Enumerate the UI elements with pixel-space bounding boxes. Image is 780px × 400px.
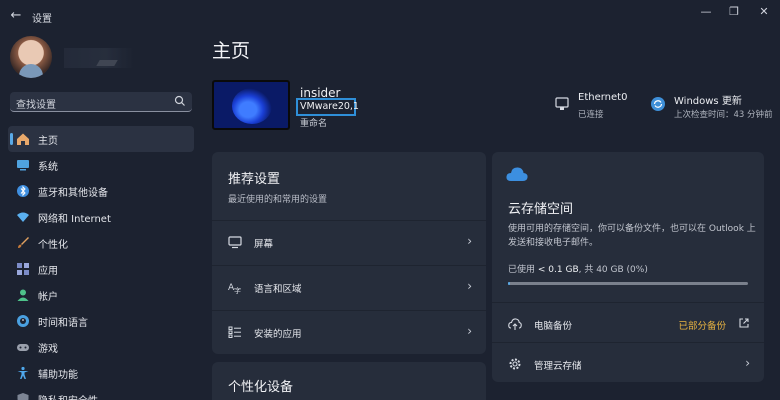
accessibility-icon <box>17 366 29 379</box>
sidebar-item-label: 帐户 <box>38 292 58 303</box>
sidebar-item-label: 隐私和安全性 <box>38 392 98 400</box>
sidebar-item-label: 游戏 <box>38 344 58 355</box>
chevron-right-icon: › <box>745 356 750 370</box>
recommended-row-installed-apps[interactable]: 安装的应用 › <box>212 310 486 352</box>
sidebar-item-label: 网络和 Internet <box>38 214 111 225</box>
update-status-sub: 上次检查时间：43 分钟前 <box>674 110 773 120</box>
cloud-description: 使用可用的存储空间，你可以备份文件，也可以在 Outlook 上发送和接收电子邮… <box>508 224 756 248</box>
sidebar-item-gaming[interactable]: 游戏 <box>8 334 194 360</box>
device-model: VMware20,1 <box>300 101 359 112</box>
card-subtitle: 最近使用的和常用的设置 <box>228 195 328 205</box>
card-title: 云存储空间 <box>508 202 574 217</box>
usage-value: < 0.1 GB <box>537 265 579 275</box>
update-status-title: Windows 更新 <box>674 96 742 107</box>
sidebar-item-label: 时间和语言 <box>38 318 88 329</box>
recommended-settings-card: 推荐设置 最近使用的和常用的设置 屏幕 › A字 语言和区域 › 安装的应用 › <box>212 152 486 354</box>
sidebar-item-apps[interactable]: 应用 <box>8 256 194 282</box>
cloud-upload-icon <box>508 318 522 330</box>
sidebar-item-time-language[interactable]: 时间和语言 <box>8 308 194 334</box>
storage-usage: 已使用 < 0.1 GB, 共 40 GB (0%) <box>508 262 648 275</box>
sidebar-item-network[interactable]: 网络和 Internet <box>8 204 194 230</box>
sidebar-item-privacy[interactable]: 隐私和安全性 <box>8 386 194 400</box>
sidebar-item-system[interactable]: 系统 <box>8 152 194 178</box>
home-icon <box>17 133 29 145</box>
network-status-title: Ethernet0 <box>578 92 628 103</box>
title-bar: ← 设置 — ❐ ✕ <box>0 0 780 30</box>
minimize-button[interactable]: — <box>694 4 718 20</box>
personalize-device-card: 个性化设备 <box>212 362 486 400</box>
update-icon <box>651 97 665 111</box>
sidebar-item-label: 应用 <box>38 266 58 277</box>
cloud-row-manage-storage[interactable]: 管理云存储 › <box>492 342 764 384</box>
cloud-row-pc-backup[interactable]: 电脑备份 已部分备份 <box>492 302 764 344</box>
back-arrow-icon[interactable]: ← <box>8 8 24 24</box>
search-icon[interactable] <box>174 95 186 107</box>
row-label: 安装的应用 <box>254 329 302 340</box>
account-icon <box>17 289 29 301</box>
row-label: 语言和区域 <box>254 284 302 295</box>
sidebar-item-label: 个性化 <box>38 240 68 251</box>
cloud-storage-card: 云存储空间 使用可用的存储空间，你可以备份文件，也可以在 Outlook 上发送… <box>492 152 764 382</box>
ethernet-icon <box>555 97 569 110</box>
maximize-button[interactable]: ❐ <box>722 4 746 20</box>
recommended-row-display[interactable]: 屏幕 › <box>212 220 486 262</box>
sidebar-item-label: 系统 <box>38 162 58 173</box>
card-title: 个性化设备 <box>228 380 294 395</box>
svg-text:字: 字 <box>234 286 241 294</box>
avatar[interactable] <box>10 36 52 78</box>
sidebar-nav: 主页 系统 蓝牙和其他设备 网络和 Internet 个性化 应用 帐户 时间和… <box>8 126 194 400</box>
external-link-icon[interactable] <box>738 317 750 329</box>
system-icon <box>17 160 29 171</box>
recommended-row-language[interactable]: A字 语言和区域 › <box>212 265 486 307</box>
chevron-right-icon: › <box>467 279 472 293</box>
sidebar-item-home[interactable]: 主页 <box>8 126 194 152</box>
page-title: 主页 <box>212 40 251 62</box>
gear-icon <box>509 358 521 370</box>
sidebar-item-personalization[interactable]: 个性化 <box>8 230 194 256</box>
chevron-right-icon: › <box>467 234 472 248</box>
bluetooth-icon <box>17 185 29 197</box>
account-name-redacted <box>64 48 134 68</box>
globe-clock-icon <box>17 315 29 327</box>
shield-icon <box>17 393 29 400</box>
sidebar-item-label: 主页 <box>38 136 58 147</box>
app-list-icon <box>228 326 241 338</box>
apps-icon <box>17 263 29 275</box>
usage-suffix: , 共 40 GB (0%) <box>578 265 648 275</box>
gamepad-icon <box>17 344 29 351</box>
search-input[interactable]: 查找设置 <box>16 96 56 111</box>
close-button[interactable]: ✕ <box>752 4 776 20</box>
monitor-icon <box>228 236 242 249</box>
backup-status: 已部分备份 <box>678 321 726 332</box>
row-label: 电脑备份 <box>534 321 573 332</box>
row-label: 管理云存储 <box>534 361 582 372</box>
sidebar-item-label: 辅助功能 <box>38 370 78 381</box>
language-icon: A字 <box>228 283 241 294</box>
cloud-icon <box>506 167 528 181</box>
search-field[interactable]: 查找设置 <box>10 92 192 112</box>
wifi-icon <box>17 212 29 222</box>
app-title: 设置 <box>32 14 52 25</box>
sidebar-item-accounts[interactable]: 帐户 <box>8 282 194 308</box>
usage-prefix: 已使用 <box>508 265 536 275</box>
sidebar-item-bluetooth[interactable]: 蓝牙和其他设备 <box>8 178 194 204</box>
storage-progress-fill <box>508 282 510 285</box>
device-wallpaper-thumbnail <box>212 80 290 130</box>
row-label: 屏幕 <box>254 239 274 250</box>
network-status-sub: 已连接 <box>578 110 604 120</box>
card-title: 推荐设置 <box>228 172 281 187</box>
sidebar-item-accessibility[interactable]: 辅助功能 <box>8 360 194 386</box>
storage-progress-bar <box>508 282 748 285</box>
sidebar-item-label: 蓝牙和其他设备 <box>38 188 108 199</box>
brush-icon <box>18 237 29 248</box>
chevron-right-icon: › <box>467 324 472 338</box>
rename-link[interactable]: 重命名 <box>300 116 327 129</box>
